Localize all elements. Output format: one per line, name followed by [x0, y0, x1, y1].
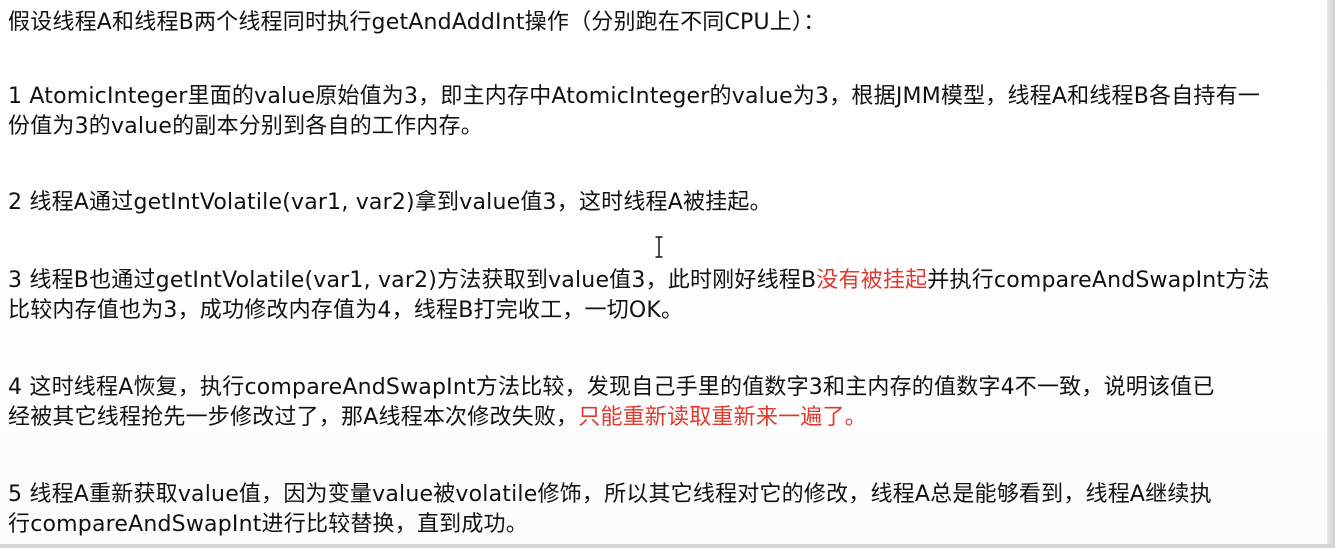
step-2-line-1: 2 线程A通过getIntVolatile(var1, var2)拿到value…	[8, 190, 772, 215]
step-3-line-1: 3 线程B也通过getIntVolatile(var1, var2)方法获取到v…	[8, 266, 1270, 296]
step-4-line-1: 4 这时线程A恢复，执行compareAndSwapInt方法比较，发现自己手里…	[8, 375, 1215, 400]
step-1-line-1: 1 AtomicInteger里面的value原始值为3，即主内存中Atomic…	[8, 84, 1261, 109]
step-1-line-2: 份值为3的value的副本分别到各自的工作内存。	[8, 114, 483, 139]
step-4-line-2: 经被其它线程抢先一步修改过了，那A线程本次修改失败，只能重新读取重新来一遍了。	[8, 403, 867, 433]
step-5-line-2: 行compareAndSwapInt进行比较替换，直到成功。	[8, 512, 528, 537]
slide-document: 假设线程A和线程B两个线程同时执行getAndAddInt操作（分别跑在不同CP…	[0, 0, 1335, 548]
step-3-text-before: 3 线程B也通过getIntVolatile(var1, var2)方法获取到v…	[8, 268, 817, 293]
right-edge-bar	[1327, 0, 1335, 548]
step-3-text-after: 并执行compareAndSwapInt方法	[927, 268, 1270, 293]
step-3-highlight: 没有被挂起	[816, 268, 928, 293]
bottom-edge-bar	[0, 544, 1335, 548]
step-5-line-1: 5 线程A重新获取value值，因为变量value被volatile修饰，所以其…	[8, 482, 1212, 507]
text-cursor-icon	[655, 236, 663, 258]
page-title: 假设线程A和线程B两个线程同时执行getAndAddInt操作（分别跑在不同CP…	[8, 10, 826, 35]
step-3-line-2: 比较内存值也为3，成功修改内存值为4，线程B打完收工，一切OK。	[8, 298, 684, 323]
step-4-highlight: 只能重新读取重新来一遍了。	[578, 405, 867, 430]
step-4-text-before: 经被其它线程抢先一步修改过了，那A线程本次修改失败，	[8, 405, 579, 430]
